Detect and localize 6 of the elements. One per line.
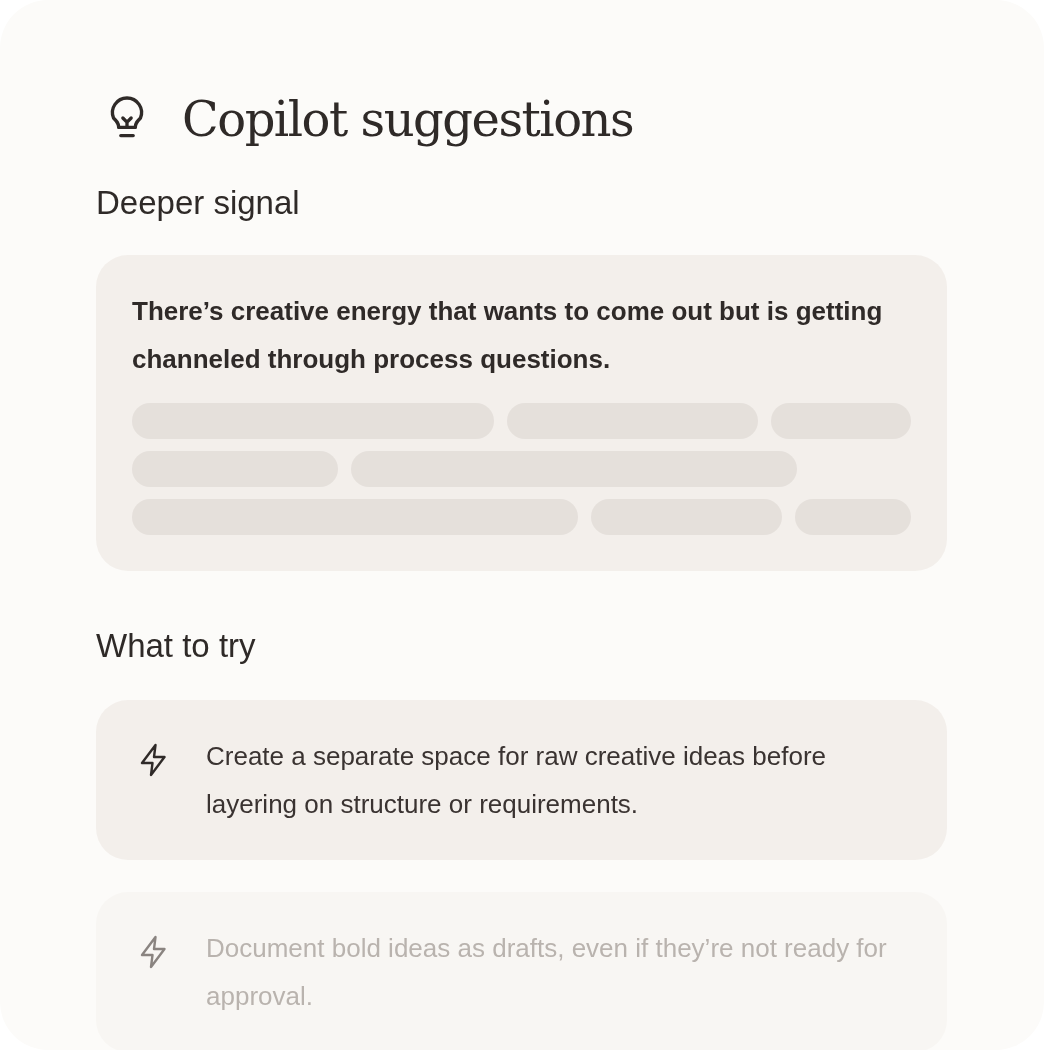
section-heading: Deeper signal	[96, 186, 301, 219]
section-heading: What to try	[96, 629, 257, 662]
suggestion-text: Create a separate space for raw creative ideas before layering on structure or requirements.	[206, 740, 827, 821]
suggestion-card[interactable]: Create a separate space for raw creative ideas before layering on structure or requirements.	[96, 700, 947, 860]
signal-text: There’s creative energy that wants to come out but is getting channeled through process questions.	[132, 295, 884, 376]
suggestion-text: Document bold ideas as drafts, even if they’re not ready for approval.	[206, 932, 888, 1013]
